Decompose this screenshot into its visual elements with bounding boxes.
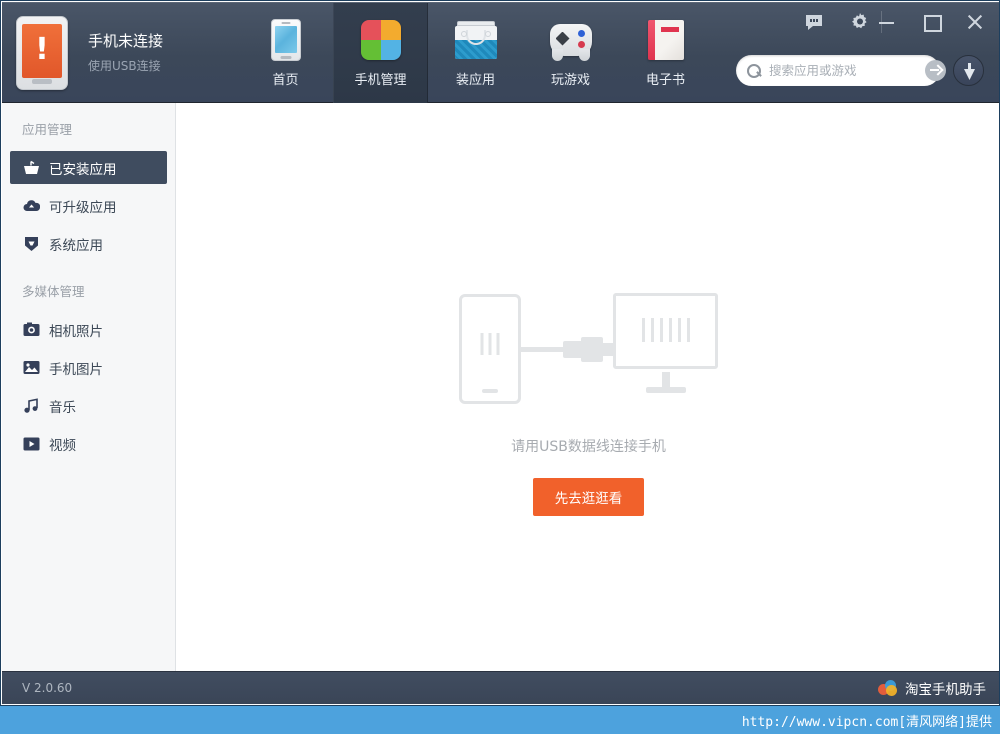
four-squares-icon <box>360 19 402 61</box>
connection-status[interactable]: 手机未连接 使用USB连接 <box>16 16 163 90</box>
gamepad-icon <box>549 19 592 61</box>
sidebar-item-phone-pictures-label: 手机图片 <box>49 361 103 378</box>
nav-tab-phone-manage-label: 手机管理 <box>354 72 407 88</box>
sidebar-section-title-app: 应用管理 <box>22 122 73 137</box>
nav-tab-phone-manage[interactable]: 手机管理 <box>333 3 428 103</box>
nav-tab-ebooks-label: 电子书 <box>645 72 685 88</box>
phone-outline-icon <box>459 293 521 404</box>
shield-icon <box>22 235 40 253</box>
connect-illustration <box>359 291 819 406</box>
sidebar-item-phone-pictures[interactable]: 手机图片 <box>10 351 167 384</box>
sidebar-item-system-apps[interactable]: 系统应用 <box>10 227 167 260</box>
music-note-icon <box>22 397 40 415</box>
sidebar-item-installed-apps[interactable]: 已安装应用 <box>10 151 167 184</box>
book-icon <box>645 19 687 61</box>
sidebar-item-system-apps-label: 系统应用 <box>49 237 103 254</box>
phone-home-icon <box>265 18 307 61</box>
nav-tab-home[interactable]: 首页 <box>238 3 333 103</box>
usb-cable-icon <box>521 329 613 369</box>
watermark: http://www.vipcn.com[清风网络]提供 <box>0 706 1000 734</box>
connection-status-subtitle: 使用USB连接 <box>88 59 161 73</box>
window-controls <box>876 11 986 33</box>
sidebar-item-video[interactable]: 视频 <box>10 427 167 460</box>
gear-icon[interactable] <box>850 12 870 32</box>
main-nav: 首页 手机管理 装应用 玩游戏 电子书 <box>238 3 713 103</box>
connection-status-text: 手机未连接 使用USB连接 <box>88 31 163 75</box>
video-play-icon <box>22 435 40 453</box>
empty-state: 请用USB数据线连接手机 先去逛逛看 <box>359 291 819 516</box>
arrow-right-circle-icon[interactable] <box>925 60 946 81</box>
close-icon[interactable] <box>964 11 986 33</box>
taobao-circles-icon <box>878 680 897 696</box>
brand-block: 淘宝手机助手 <box>878 678 986 698</box>
sidebar-item-video-label: 视频 <box>49 437 76 454</box>
connection-status-title: 手机未连接 <box>88 32 164 50</box>
sidebar-item-installed-apps-label: 已安装应用 <box>49 161 117 178</box>
titlebar-icon-group <box>804 12 870 32</box>
message-bubble-icon[interactable] <box>804 12 824 32</box>
shopping-bag-icon <box>454 19 497 61</box>
search-icon <box>746 63 762 79</box>
minimize-icon[interactable] <box>876 11 898 33</box>
upgrade-cloud-icon <box>22 197 40 215</box>
search-box[interactable] <box>736 55 946 86</box>
phone-alert-icon <box>16 16 68 90</box>
nav-tab-ebooks[interactable]: 电子书 <box>618 3 713 103</box>
nav-tab-install-apps-label: 装应用 <box>455 72 495 88</box>
sidebar-item-camera-photos-label: 相机照片 <box>49 323 103 340</box>
maximize-icon[interactable] <box>920 11 942 33</box>
main-content: 请用USB数据线连接手机 先去逛逛看 <box>177 103 999 673</box>
monitor-outline-icon <box>613 292 718 405</box>
sidebar-item-upgradable-apps-label: 可升级应用 <box>49 199 117 216</box>
app-window: 手机未连接 使用USB连接 首页 手机管理 <box>0 0 1000 706</box>
search-input[interactable] <box>769 63 925 78</box>
sidebar-item-music[interactable]: 音乐 <box>10 389 167 422</box>
sidebar-item-upgradable-apps[interactable]: 可升级应用 <box>10 189 167 222</box>
empty-state-message: 请用USB数据线连接手机 <box>511 439 666 455</box>
picture-icon <box>22 359 40 377</box>
sidebar-item-music-label: 音乐 <box>49 399 76 416</box>
camera-icon <box>22 321 40 339</box>
app-header: 手机未连接 使用USB连接 首页 手机管理 <box>2 2 999 103</box>
sidebar: 应用管理 已安装应用 可升级应用 系统应用 多媒体管理 相机照片 手机图片 音乐… <box>2 103 176 673</box>
app-footer: V 2.0.60 淘宝手机助手 <box>2 671 999 704</box>
sidebar-section-title-media: 多媒体管理 <box>22 284 85 299</box>
brand-name-label: 淘宝手机助手 <box>905 682 986 698</box>
nav-tab-games-label: 玩游戏 <box>550 72 590 88</box>
nav-tab-games[interactable]: 玩游戏 <box>523 3 618 103</box>
sidebar-item-camera-photos[interactable]: 相机照片 <box>10 313 167 346</box>
nav-tab-home-label: 首页 <box>272 72 299 88</box>
download-arrow-icon[interactable] <box>953 55 984 86</box>
installed-apps-icon <box>22 159 40 177</box>
browse-store-button[interactable]: 先去逛逛看 <box>532 478 645 516</box>
nav-tab-install-apps[interactable]: 装应用 <box>428 3 523 103</box>
version-label: V 2.0.60 <box>22 681 73 695</box>
